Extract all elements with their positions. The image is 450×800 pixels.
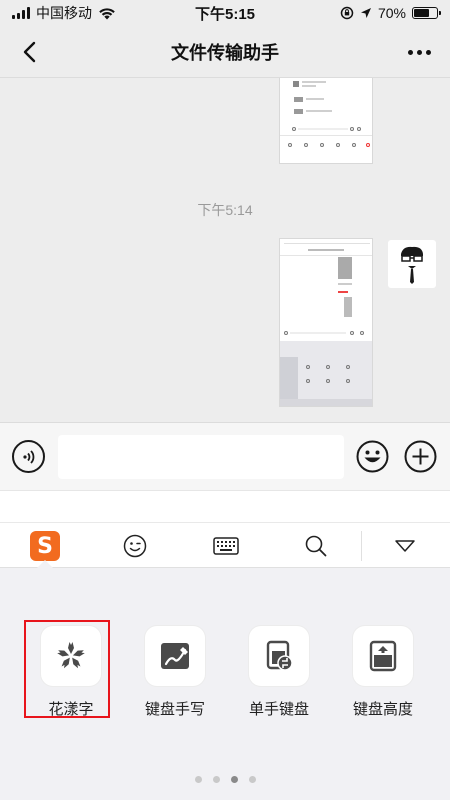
emoticon-button[interactable] (117, 530, 153, 562)
avatar-icon (401, 246, 423, 284)
sogou-logo-button[interactable]: S (27, 530, 63, 562)
tool-keyboard-height[interactable]: 键盘高度 (346, 626, 420, 726)
flower-icon (41, 626, 101, 686)
tool-label: 键盘高度 (352, 701, 413, 718)
message-image-thumbnail[interactable] (279, 238, 373, 407)
one-hand-keyboard-icon (249, 626, 309, 686)
page-dot[interactable] (230, 776, 238, 783)
tool-label: 单手键盘 (248, 701, 309, 718)
more-dot-icon (425, 49, 431, 55)
more-dot-icon (407, 49, 413, 55)
message-input[interactable] (58, 435, 344, 479)
keyboard-height-icon (353, 626, 413, 686)
page-indicator (0, 776, 450, 783)
rotation-lock-icon (340, 6, 354, 20)
triangle-down-icon (395, 540, 415, 552)
toolbar-divider (361, 531, 362, 561)
search-button[interactable] (298, 530, 334, 562)
message-image-thumbnail[interactable] (279, 78, 373, 164)
tool-fancy-text[interactable]: 花漾字 (34, 626, 108, 726)
keyboard-tools-panel: 花漾字 键盘手写 单手键盘 键盘高度 (0, 568, 450, 800)
handwriting-icon (145, 626, 205, 686)
chevron-left-icon (23, 41, 36, 63)
search-icon (305, 535, 327, 557)
keyboard-toolbar: S (0, 522, 450, 568)
keyboard-candidate-strip (0, 490, 450, 522)
toolbar-selection-caret (37, 560, 53, 568)
sogou-logo-icon: S (30, 531, 60, 561)
chat-area[interactable]: 下午5:14 (0, 78, 450, 422)
tool-one-hand-keyboard[interactable]: 单手键盘 (242, 626, 316, 726)
plus-button[interactable] (404, 440, 437, 473)
tool-label: 键盘手写 (144, 701, 205, 718)
more-dot-icon (416, 49, 422, 55)
voice-icon (22, 449, 34, 464)
keyboard-icon (213, 537, 239, 555)
smiley-icon (356, 440, 389, 473)
battery-percent: 70% (377, 5, 406, 21)
battery-icon (412, 7, 441, 19)
tool-label: 花漾字 (48, 701, 94, 718)
status-right: 70% (340, 5, 441, 21)
chat-input-bar (0, 422, 450, 490)
emoji-button[interactable] (356, 440, 389, 473)
keyboard-button[interactable] (208, 530, 244, 562)
signal-icon (12, 7, 30, 19)
wifi-icon (99, 7, 115, 19)
avatar[interactable] (388, 240, 436, 288)
page-title: 文件传输助手 (171, 42, 279, 63)
nav-bar: 文件传输助手 (0, 26, 450, 78)
location-icon (360, 8, 371, 18)
status-left: 中国移动 (12, 3, 116, 23)
wink-face-icon (123, 534, 147, 558)
tool-keyboard-handwriting[interactable]: 键盘手写 (138, 626, 212, 726)
page-dot[interactable] (212, 776, 220, 783)
hide-keyboard-button[interactable] (387, 530, 423, 562)
carrier-name: 中国移动 (36, 5, 92, 21)
page-dot[interactable] (248, 776, 256, 783)
status-bar: 中国移动 下午5:15 70% (0, 0, 450, 26)
more-button[interactable] (404, 40, 434, 64)
voice-button[interactable] (12, 440, 45, 473)
page-dot[interactable] (194, 776, 202, 783)
plus-icon (404, 440, 437, 473)
battery-fill (414, 9, 430, 17)
chat-timestamp: 下午5:14 (197, 202, 253, 218)
back-button[interactable] (14, 36, 44, 68)
